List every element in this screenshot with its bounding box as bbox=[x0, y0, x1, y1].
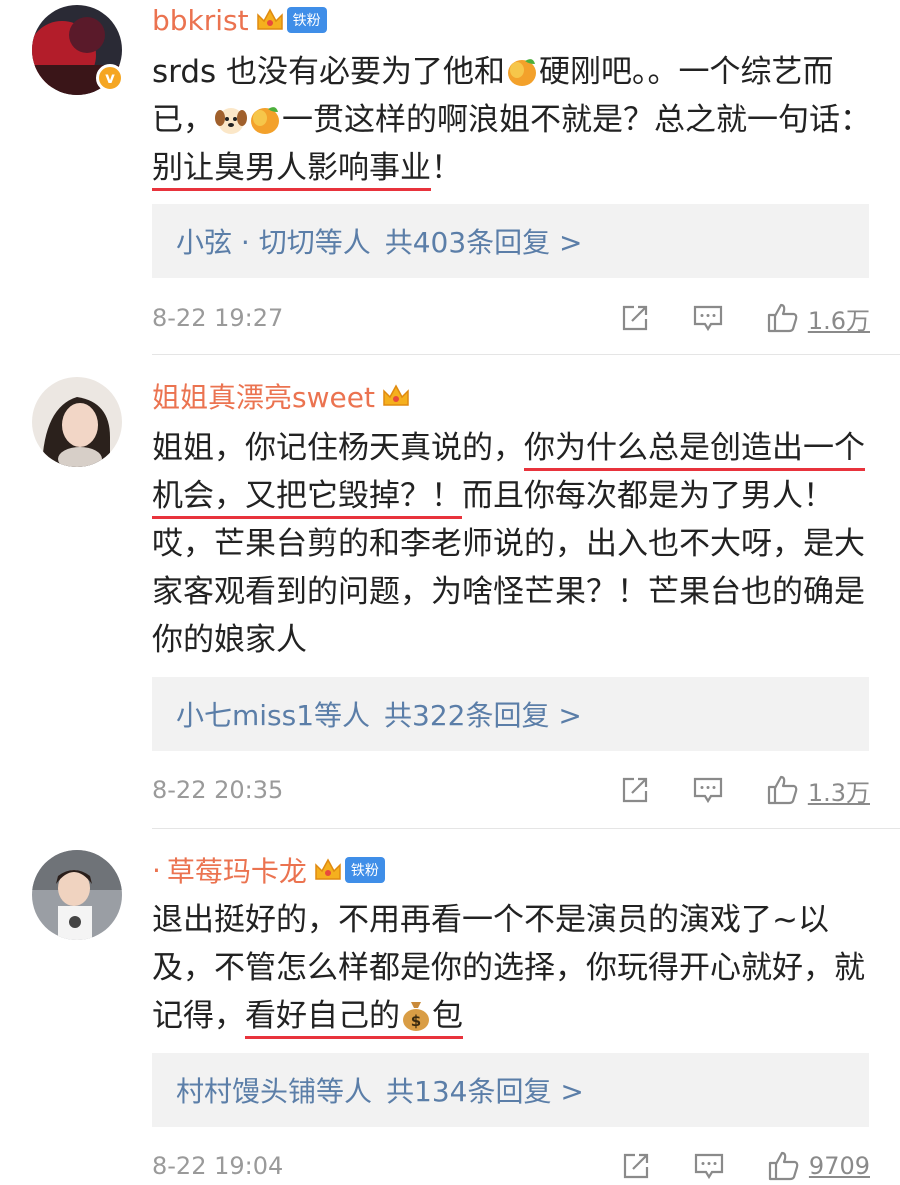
comment-button[interactable] bbox=[692, 775, 724, 805]
reply-users: 小七miss1等人 bbox=[176, 699, 371, 732]
reply-summary-link[interactable]: 小弦 · 切切等人 共403条回复 > bbox=[152, 204, 869, 278]
comment-icon bbox=[693, 305, 722, 332]
like-count: 9709 bbox=[808, 1152, 870, 1180]
mango-emoji-icon bbox=[251, 107, 279, 134]
crown-icon bbox=[383, 384, 409, 406]
like-button[interactable]: 9709 bbox=[767, 1150, 870, 1182]
mango-emoji-icon bbox=[508, 59, 537, 86]
share-button[interactable] bbox=[620, 303, 650, 333]
thumbs-up-icon bbox=[767, 775, 798, 805]
crown-icon bbox=[256, 8, 283, 30]
comment-icon bbox=[693, 777, 722, 804]
thumbs-up-icon bbox=[767, 303, 798, 333]
fan-badge: 铁粉 bbox=[344, 857, 385, 883]
like-button[interactable]: 1.6万 bbox=[766, 301, 870, 336]
reply-users: 村村馒头铺等人 bbox=[176, 1075, 373, 1108]
comment-header: · 草莓玛卡龙 铁粉 bbox=[152, 852, 385, 888]
timestamp: 8-22 19:04 bbox=[152, 1152, 284, 1180]
reply-count: 共403条回复 > bbox=[384, 226, 583, 259]
username-link[interactable]: bbkrist bbox=[152, 4, 249, 37]
dog-emoji-icon bbox=[215, 108, 247, 134]
avatar[interactable] bbox=[32, 850, 122, 940]
thumbs-up-icon bbox=[768, 1151, 799, 1181]
share-button[interactable] bbox=[621, 1151, 651, 1181]
share-button[interactable] bbox=[620, 775, 650, 805]
reply-count: 共134条回复 > bbox=[386, 1075, 584, 1108]
username-link[interactable]: 草莓玛卡龙 bbox=[167, 850, 307, 890]
timestamp: 8-22 20:35 bbox=[152, 776, 284, 804]
highlighted-text: 你为什么总是创造出 bbox=[524, 430, 803, 471]
like-button[interactable]: 1.3万 bbox=[766, 773, 870, 808]
like-count: 1.3万 bbox=[807, 778, 870, 807]
share-icon bbox=[622, 777, 647, 803]
like-count: 1.6万 bbox=[807, 306, 870, 335]
reply-users: 小弦 · 切切等人 bbox=[176, 226, 371, 259]
divider bbox=[152, 828, 900, 829]
reply-summary-link[interactable]: 村村馒头铺等人 共134条回复 > bbox=[152, 1053, 869, 1127]
comment-button[interactable] bbox=[693, 1151, 725, 1181]
timestamp: 8-22 19:27 bbox=[152, 304, 284, 332]
share-icon bbox=[622, 305, 647, 331]
svg-text:$: $ bbox=[411, 1012, 421, 1030]
highlighted-text: 看好自己的 $ 包 bbox=[245, 998, 463, 1039]
verified-badge-icon: v bbox=[96, 64, 124, 92]
comment-text: 姐姐，你记住杨天真说的，你为什么总是创造出一个机会，又把它毁掉？！而且你每次都是… bbox=[152, 430, 865, 658]
avatar[interactable] bbox=[32, 377, 122, 467]
comment-footer: 8-22 19:04 9709 bbox=[152, 1146, 870, 1185]
comment-text: 退出挺好的，不用再看一个不是演员的演戏了~以及，不管怎么样都是你的选择，你玩得开… bbox=[152, 896, 872, 1040]
comment-button[interactable] bbox=[692, 303, 724, 333]
comment-header: 姐姐真漂亮sweet bbox=[152, 378, 411, 414]
comment-header: bbkrist 铁粉 bbox=[152, 2, 327, 38]
highlighted-text: 别让臭男人影响事业 bbox=[152, 150, 431, 191]
reply-count: 共322条回复 > bbox=[384, 699, 582, 732]
share-icon bbox=[623, 1153, 649, 1179]
reply-summary-link[interactable]: 小七miss1等人 共322条回复 > bbox=[152, 677, 869, 751]
comment-icon bbox=[694, 1153, 724, 1180]
money-bag-emoji-icon: $ bbox=[403, 1002, 429, 1031]
comment-footer: 8-22 20:35 1.3万 bbox=[152, 770, 870, 810]
username-link[interactable]: 姐姐真漂亮sweet bbox=[152, 376, 375, 416]
comment-text: srds 也没有必要为了他和 硬刚吧。。一个综艺而已， 一贯这样的啊浪姐不就是？总之… bbox=[152, 48, 872, 192]
divider bbox=[152, 354, 900, 355]
fan-badge: 铁粉 bbox=[286, 7, 327, 33]
crown-icon bbox=[315, 858, 341, 880]
comment-footer: 8-22 19:27 1.6万 bbox=[152, 298, 870, 338]
